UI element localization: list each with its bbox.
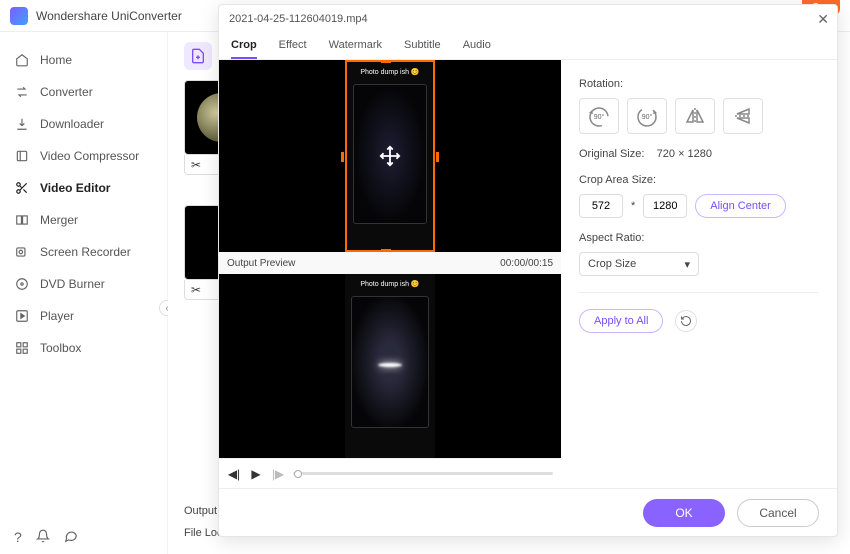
- sidebar-item-label: Converter: [40, 85, 93, 99]
- cancel-button[interactable]: Cancel: [737, 499, 819, 527]
- sidebar-item-compressor[interactable]: Video Compressor: [0, 140, 167, 172]
- svg-text:90°: 90°: [594, 113, 605, 121]
- dialog-footer: OK Cancel: [219, 488, 837, 536]
- divider: [579, 292, 819, 293]
- download-icon: [14, 116, 30, 132]
- reset-button[interactable]: [675, 310, 697, 332]
- editor-tabs: Crop Effect Watermark Subtitle Audio: [219, 33, 837, 60]
- flip-horizontal-button[interactable]: [675, 98, 715, 134]
- svg-text:90°: 90°: [642, 113, 653, 121]
- original-size-value: 720 × 1280: [657, 148, 712, 160]
- crop-height-input[interactable]: [643, 194, 687, 218]
- time-display: 00:00/00:15: [500, 258, 553, 269]
- video-overlay-text: Photo dump ish 😊: [345, 280, 435, 288]
- apply-to-all-button[interactable]: Apply to All: [579, 309, 663, 333]
- align-center-button[interactable]: Align Center: [695, 194, 786, 218]
- home-icon: [14, 52, 30, 68]
- tab-crop[interactable]: Crop: [231, 33, 257, 59]
- crop-width-input[interactable]: [579, 194, 623, 218]
- sidebar-item-merger[interactable]: Merger: [0, 204, 167, 236]
- aspect-ratio-select[interactable]: Crop Size ▾: [579, 252, 699, 276]
- sidebar-item-screen-recorder[interactable]: Screen Recorder: [0, 236, 167, 268]
- sidebar-item-downloader[interactable]: Downloader: [0, 108, 167, 140]
- sidebar: Home Converter Downloader Video Compress…: [0, 32, 168, 554]
- output-preview-bar: Output Preview 00:00/00:15: [219, 252, 561, 274]
- sidebar-item-label: Toolbox: [40, 341, 81, 355]
- sidebar-item-label: Home: [40, 53, 72, 67]
- tab-effect[interactable]: Effect: [279, 33, 307, 59]
- output-preview-label: Output Preview: [227, 258, 295, 269]
- sidebar-item-dvd-burner[interactable]: DVD Burner: [0, 268, 167, 300]
- play-icon: [14, 308, 30, 324]
- crop-settings-panel: Rotation: 90° 90° Original Size: 720 ×: [561, 60, 837, 488]
- seek-thumb[interactable]: [294, 470, 302, 478]
- output-preview: Photo dump ish 😊: [219, 274, 561, 458]
- add-file-button[interactable]: [184, 42, 212, 70]
- sidebar-item-player[interactable]: Player: [0, 300, 167, 332]
- converter-icon: [14, 84, 30, 100]
- app-logo-icon: [10, 7, 28, 25]
- crop-dialog: 2021-04-25-112604019.mp4 ✕ Crop Effect W…: [218, 4, 838, 537]
- playback-controls: ◀| ▶ |▶: [219, 458, 561, 488]
- prev-frame-button[interactable]: ◀|: [227, 467, 241, 481]
- sidebar-item-label: Screen Recorder: [40, 245, 131, 259]
- sidebar-item-label: Player: [40, 309, 74, 323]
- crop-preview[interactable]: Photo dump ish 😊: [219, 60, 561, 252]
- merger-icon: [14, 212, 30, 228]
- tab-audio[interactable]: Audio: [463, 33, 491, 59]
- app-title: Wondershare UniConverter: [36, 9, 182, 23]
- scissors-icon: [14, 180, 30, 196]
- sidebar-item-label: DVD Burner: [40, 277, 105, 291]
- rotate-left-button[interactable]: 90°: [579, 98, 619, 134]
- rotation-label: Rotation:: [579, 78, 819, 90]
- scissors-icon[interactable]: ✂: [191, 283, 201, 297]
- seek-slider[interactable]: [293, 472, 553, 475]
- preview-column: Photo dump ish 😊 Output Preview 00:00/00…: [219, 60, 561, 488]
- sidebar-item-toolbox[interactable]: Toolbox: [0, 332, 167, 364]
- bell-icon[interactable]: [36, 529, 50, 546]
- dialog-filename: 2021-04-25-112604019.mp4: [229, 13, 368, 25]
- sidebar-item-home[interactable]: Home: [0, 44, 167, 76]
- disc-icon: [14, 276, 30, 292]
- ok-button[interactable]: OK: [643, 499, 725, 527]
- rotate-right-button[interactable]: 90°: [627, 98, 667, 134]
- tab-watermark[interactable]: Watermark: [329, 33, 382, 59]
- move-icon[interactable]: [379, 145, 401, 167]
- compressor-icon: [14, 148, 30, 164]
- video-overlay-text: Photo dump ish 😊: [347, 68, 433, 76]
- sidebar-item-label: Video Compressor: [40, 149, 139, 163]
- crop-multiply: *: [631, 200, 635, 212]
- close-icon[interactable]: ✕: [817, 11, 829, 28]
- sidebar-item-converter[interactable]: Converter: [0, 76, 167, 108]
- tab-subtitle[interactable]: Subtitle: [404, 33, 441, 59]
- chevron-down-icon: ▾: [684, 258, 690, 271]
- dialog-header: 2021-04-25-112604019.mp4 ✕: [219, 5, 837, 33]
- flip-vertical-button[interactable]: [723, 98, 763, 134]
- crop-area-label: Crop Area Size:: [579, 174, 819, 186]
- help-icon[interactable]: ?: [14, 529, 22, 546]
- sidebar-item-label: Merger: [40, 213, 78, 227]
- grid-icon: [14, 340, 30, 356]
- aspect-ratio-value: Crop Size: [588, 258, 636, 270]
- next-frame-button[interactable]: |▶: [271, 467, 285, 481]
- sidebar-item-label: Video Editor: [40, 181, 110, 195]
- video-content: [351, 296, 429, 428]
- sidebar-item-label: Downloader: [40, 117, 104, 131]
- crop-frame[interactable]: Photo dump ish 😊: [345, 60, 435, 252]
- scissors-icon[interactable]: ✂: [191, 158, 201, 172]
- play-button[interactable]: ▶: [249, 467, 263, 481]
- recorder-icon: [14, 244, 30, 260]
- original-size-label: Original Size:: [579, 148, 644, 160]
- sidebar-item-video-editor[interactable]: Video Editor: [0, 172, 167, 204]
- aspect-ratio-label: Aspect Ratio:: [579, 232, 819, 244]
- chat-icon[interactable]: [64, 529, 78, 546]
